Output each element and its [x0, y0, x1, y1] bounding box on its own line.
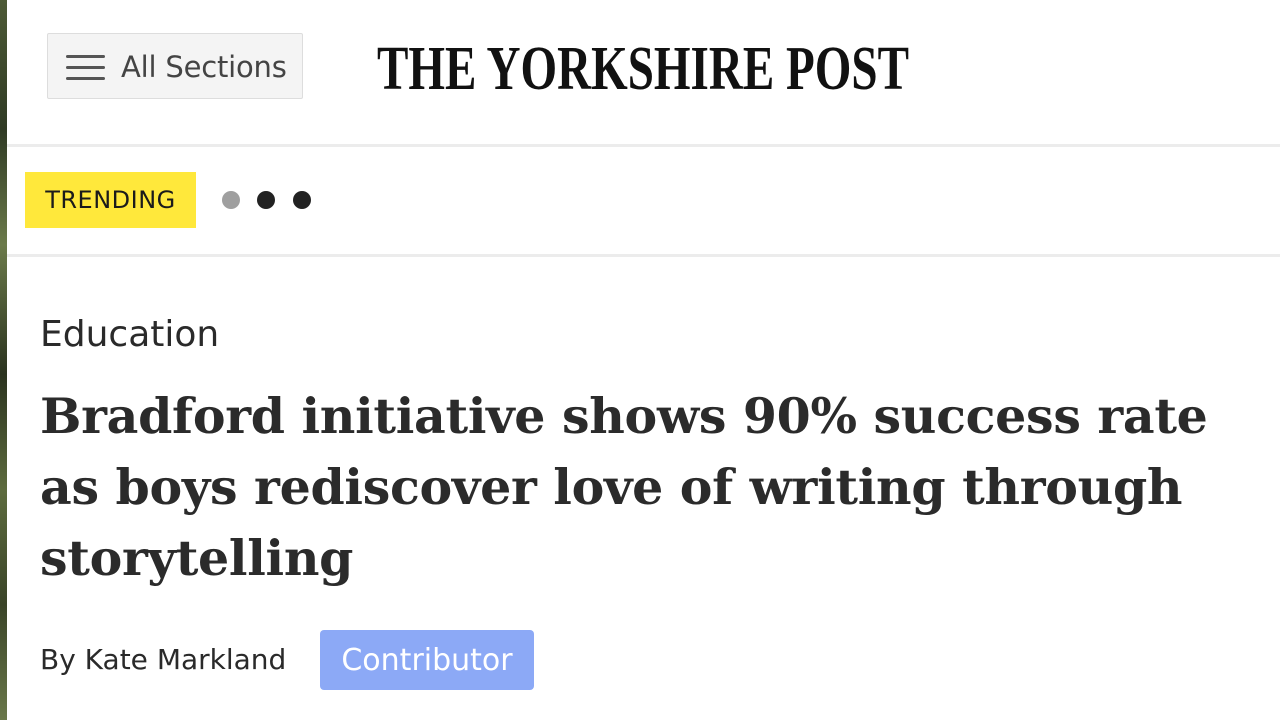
site-header: All Sections THE YORKSHIRE POST — [7, 0, 1280, 145]
hamburger-icon — [66, 55, 105, 80]
all-sections-button[interactable]: All Sections — [47, 33, 303, 99]
carousel-dot-3[interactable] — [293, 191, 311, 209]
all-sections-label: All Sections — [121, 50, 287, 84]
article-headline: Bradford initiative shows 90% success ra… — [40, 387, 1208, 587]
page: All Sections THE YORKSHIRE POST TRENDING… — [0, 0, 1280, 720]
trending-bar: TRENDING — [7, 148, 1280, 254]
article-byline: By Kate Markland — [40, 643, 287, 676]
trending-badge: TRENDING — [25, 172, 196, 228]
carousel-dot-1[interactable] — [222, 191, 240, 209]
trending-label: TRENDING — [45, 186, 176, 214]
trending-divider — [7, 254, 1280, 257]
author-role-badge: Contributor — [320, 630, 534, 690]
carousel-dot-2[interactable] — [257, 191, 275, 209]
header-divider — [7, 144, 1280, 147]
article-category-link[interactable]: Education — [40, 313, 219, 357]
background-edge — [0, 0, 7, 720]
site-logo-text: THE YORKSHIRE POST — [377, 35, 909, 100]
site-logo[interactable]: THE YORKSHIRE POST — [377, 30, 911, 100]
author-role-label: Contributor — [341, 642, 513, 678]
